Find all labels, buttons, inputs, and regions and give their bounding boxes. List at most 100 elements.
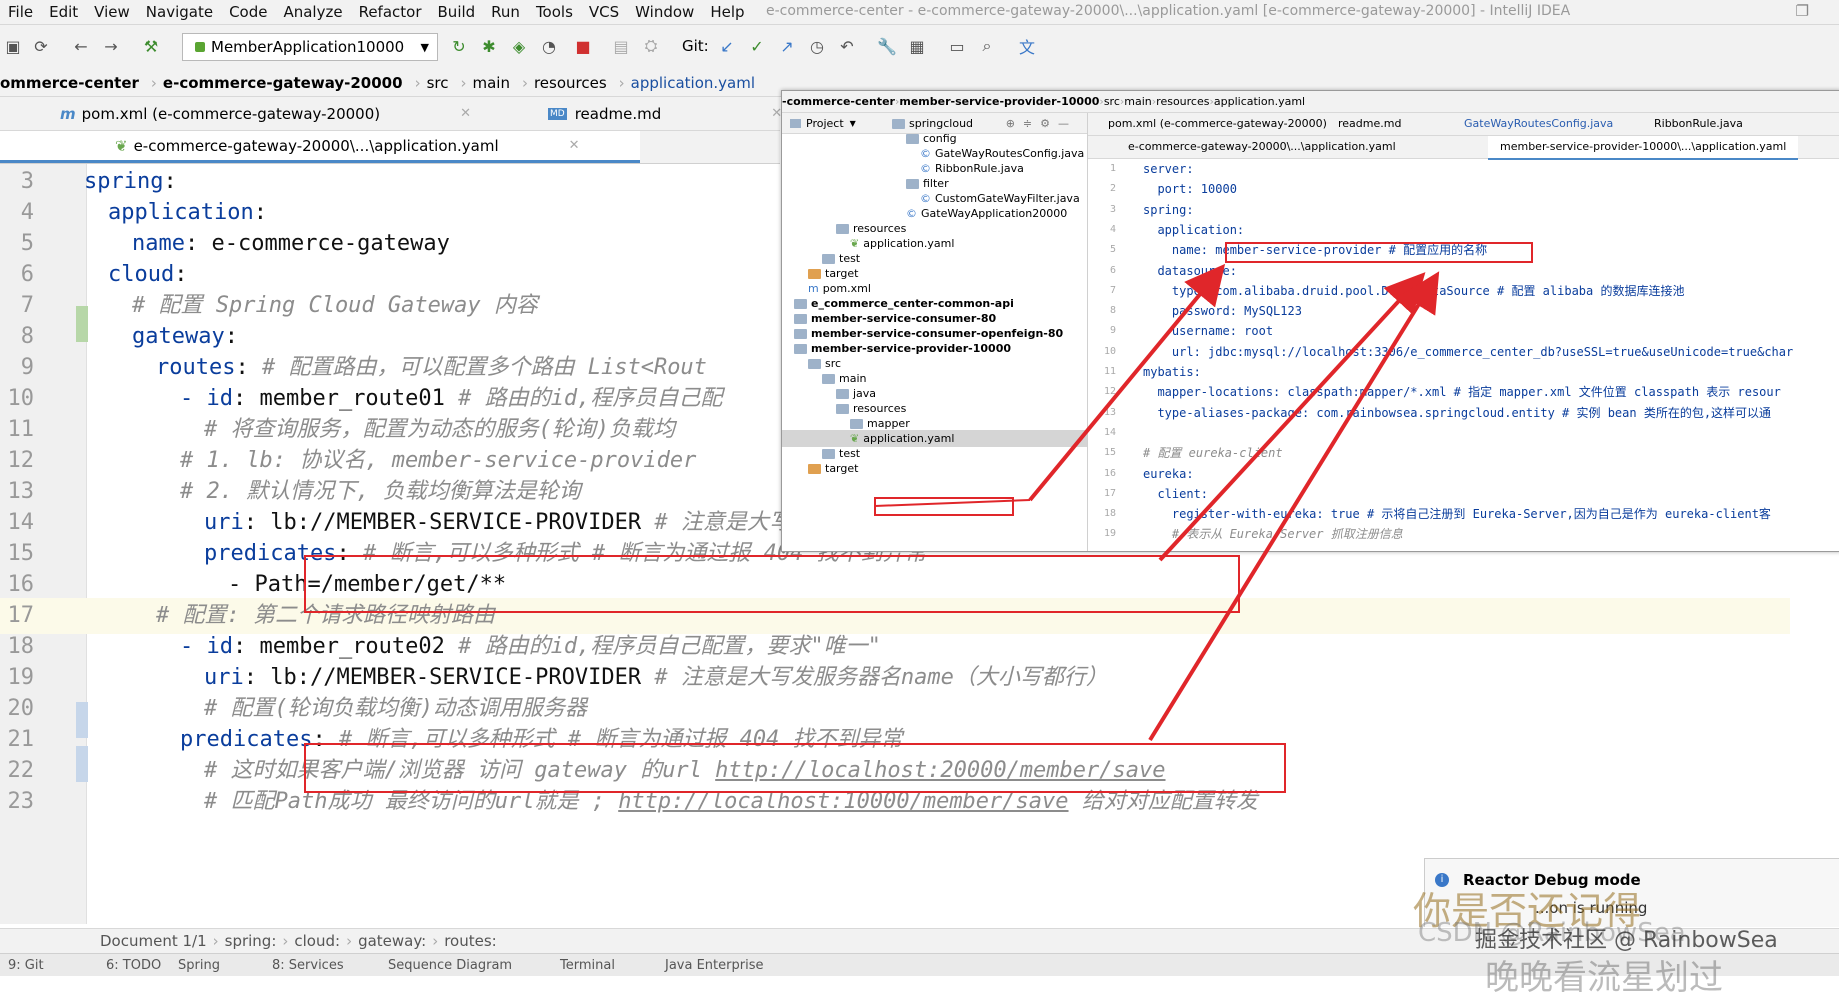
line-number: 2 bbox=[1109, 183, 1116, 195]
overlay-tab[interactable]: RibbonRule.java bbox=[1654, 113, 1743, 135]
close-icon[interactable]: ✕ bbox=[460, 106, 471, 121]
run-configuration-select[interactable]: MemberApplication10000 ▼ bbox=[182, 33, 438, 61]
menu-tools[interactable]: Tools bbox=[528, 3, 581, 21]
tree-item[interactable]: ❦ application.yaml bbox=[850, 235, 954, 252]
status-path-item[interactable]: gateway: bbox=[358, 932, 426, 950]
overlay-tab[interactable]: GateWayRoutesConfig.java bbox=[1464, 113, 1613, 135]
rollback-icon[interactable]: ↶ bbox=[836, 35, 858, 57]
tab-readme[interactable]: MD readme.md ✕ bbox=[548, 97, 782, 130]
panel-tools-icon[interactable]: ⊕≑⚙— bbox=[1006, 117, 1077, 130]
overlay-breadcrumb-item: application.yaml bbox=[1213, 95, 1306, 108]
git-update-icon[interactable]: ↙ bbox=[716, 35, 738, 57]
close-icon[interactable]: ✕ bbox=[569, 138, 580, 153]
status-path-item[interactable]: cloud: bbox=[294, 932, 340, 950]
overlay-tab[interactable]: member-service-provider-10000\...\applic… bbox=[1488, 136, 1799, 160]
breadcrumb-item[interactable]: ommerce-center bbox=[0, 74, 139, 92]
line-number: 4 bbox=[1109, 223, 1116, 235]
overlay-tab[interactable]: pom.xml (e-commerce-gateway-20000) bbox=[1108, 113, 1327, 135]
attach-icon[interactable]: ▤ bbox=[610, 35, 632, 57]
menu-bar: File Edit View Navigate Code Analyze Refactor B… bbox=[0, 0, 1839, 25]
git-label: Git: bbox=[682, 37, 709, 55]
tree-item-label: resources bbox=[853, 222, 907, 235]
overlay-breadcrumb-item: -commerce-center bbox=[782, 95, 895, 108]
status-path-item[interactable]: spring: bbox=[225, 932, 277, 950]
menu-vcs[interactable]: VCS bbox=[581, 3, 627, 21]
status-path-item[interactable]: routes: bbox=[444, 932, 497, 950]
window-title: e-commerce-center - e-commerce-gateway-2… bbox=[766, 3, 1571, 19]
coverage-icon[interactable]: ◈ bbox=[508, 35, 530, 57]
tool-window-button[interactable]: 6: TODO bbox=[106, 958, 161, 973]
menu-refactor[interactable]: Refactor bbox=[351, 3, 430, 21]
stop-icon[interactable]: ■ bbox=[572, 35, 594, 57]
tool-window-button[interactable]: 8: Services bbox=[272, 958, 344, 973]
menu-file[interactable]: File bbox=[0, 3, 41, 21]
git-push-icon[interactable]: ↗ bbox=[776, 35, 798, 57]
overlay-tab[interactable]: e-commerce-gateway-20000\...\application… bbox=[1128, 136, 1396, 158]
breadcrumb-item[interactable]: resources bbox=[534, 74, 607, 92]
tab-application-yaml[interactable]: ❦ e-commerce-gateway-20000\...\applicati… bbox=[0, 131, 640, 163]
code-token: predicates bbox=[180, 727, 313, 752]
menu-navigate[interactable]: Navigate bbox=[138, 3, 221, 21]
build-hammer-icon[interactable]: ⚒ bbox=[140, 35, 162, 57]
breadcrumb-item[interactable]: e-commerce-gateway-20000 bbox=[163, 74, 403, 92]
terminal-icon[interactable]: ▭ bbox=[946, 35, 968, 57]
rerun-icon[interactable]: ↻ bbox=[448, 35, 470, 57]
code-token: routes bbox=[156, 355, 236, 380]
tree-item-label: CustomGateWayFilter.java bbox=[935, 192, 1080, 205]
tool-window-button[interactable]: Java Enterprise bbox=[665, 958, 763, 973]
tool-window-button[interactable]: Spring bbox=[178, 958, 220, 973]
menu-window[interactable]: Window bbox=[627, 3, 702, 21]
translate-icon[interactable]: 文 bbox=[1016, 35, 1038, 57]
code-token: # 1. lb: 协议名, member-service-provider bbox=[180, 448, 697, 473]
code-text: # 配置 eureka-client bbox=[1143, 446, 1283, 461]
search-icon[interactable]: ⌕ bbox=[976, 35, 998, 57]
tool-window-button[interactable]: Terminal bbox=[560, 958, 615, 973]
tool-window-button[interactable]: 9: Git bbox=[8, 958, 44, 973]
tree-item-label: member-service-provider-10000 bbox=[811, 342, 1012, 355]
code-token: uri bbox=[204, 665, 244, 690]
restore-window-icon[interactable]: ❐ bbox=[1796, 2, 1809, 20]
tab-pom-xml[interactable]: m pom.xml (e-commerce-gateway-20000) ✕ bbox=[60, 97, 471, 130]
code-token: # 配置路由，可以配置多个路由 List<Rout bbox=[261, 355, 707, 380]
project-structure-icon[interactable]: ▦ bbox=[906, 35, 928, 57]
breadcrumb-item[interactable]: main bbox=[472, 74, 509, 92]
tree-item[interactable]: © GateWayApplication20000 bbox=[906, 205, 1067, 222]
code-token: : bbox=[253, 200, 267, 225]
git-commit-icon[interactable]: ✓ bbox=[746, 35, 768, 57]
menu-run[interactable]: Run bbox=[483, 3, 528, 21]
overlay-tab[interactable]: readme.md bbox=[1338, 113, 1401, 135]
breadcrumb-item[interactable]: src bbox=[427, 74, 449, 92]
code-text: client: bbox=[1143, 486, 1209, 501]
tree-item-label: application.yaml bbox=[863, 432, 955, 445]
history-icon[interactable]: ◷ bbox=[806, 35, 828, 57]
project-label[interactable]: Project bbox=[806, 117, 844, 130]
profile-icon[interactable]: ◔ bbox=[538, 35, 560, 57]
breadcrumb-separator: › bbox=[618, 74, 625, 92]
code-token: name bbox=[132, 231, 185, 256]
code-token: cloud bbox=[108, 262, 175, 287]
code-text: username: root bbox=[1143, 324, 1274, 339]
back-icon[interactable]: ← bbox=[70, 35, 92, 57]
menu-build[interactable]: Build bbox=[430, 3, 484, 21]
sync-icon[interactable]: ⟳ bbox=[30, 35, 52, 57]
deploy-icon[interactable]: ⛭ bbox=[640, 35, 662, 57]
settings-wrench-icon[interactable]: 🔧 bbox=[876, 35, 898, 57]
code-text: datasource: bbox=[1143, 263, 1237, 278]
menu-help[interactable]: Help bbox=[702, 3, 752, 21]
code-text: mapper-locations: classpath:mapper/*.xml… bbox=[1143, 385, 1781, 400]
tool-window-button[interactable]: Sequence Diagram bbox=[388, 958, 512, 973]
debug-icon[interactable]: ✱ bbox=[478, 35, 500, 57]
menu-edit[interactable]: Edit bbox=[41, 3, 86, 21]
tree-item[interactable]: target bbox=[808, 460, 858, 477]
line-number: 15 bbox=[1103, 447, 1116, 459]
save-all-icon[interactable]: ▣ bbox=[2, 35, 24, 57]
tree-item-label: GateWayRoutesConfig.java bbox=[935, 147, 1085, 160]
menu-code[interactable]: Code bbox=[221, 3, 275, 21]
folder-icon bbox=[808, 359, 821, 369]
menu-view[interactable]: View bbox=[86, 3, 138, 21]
folder-icon bbox=[790, 118, 801, 128]
forward-icon[interactable]: → bbox=[100, 35, 122, 57]
folder-icon bbox=[892, 119, 905, 129]
breadcrumb-item[interactable]: application.yaml bbox=[631, 74, 755, 92]
menu-analyze[interactable]: Analyze bbox=[275, 3, 350, 21]
